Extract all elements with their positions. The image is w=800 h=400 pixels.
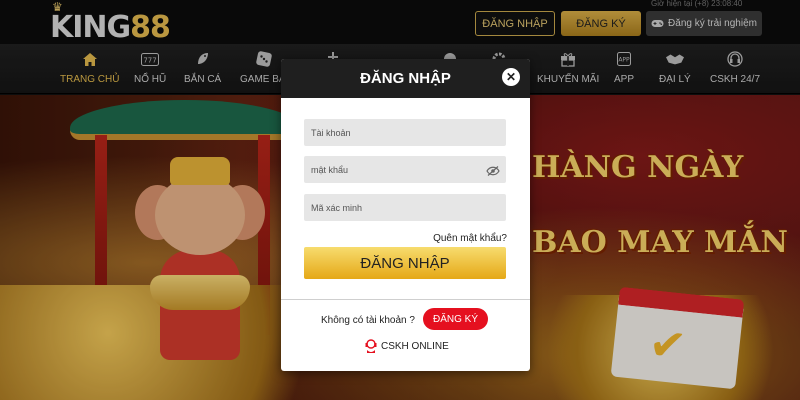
modal-register-button[interactable]: ĐĂNG KÝ: [423, 308, 488, 330]
login-modal: ĐĂNG NHẬP ✕ Quên mật khẩu? ĐĂNG NHẬP Khô…: [281, 59, 530, 371]
online-support-link[interactable]: CSKH ONLINE: [365, 338, 449, 354]
divider: [281, 299, 530, 300]
close-icon[interactable]: ✕: [502, 68, 520, 86]
password-input[interactable]: [304, 156, 506, 183]
support-agent-icon: [365, 339, 377, 353]
online-support-label: CSKH ONLINE: [381, 340, 449, 352]
forgot-password-link[interactable]: Quên mật khẩu?: [401, 233, 507, 244]
modal-title: ĐĂNG NHẬP: [281, 59, 530, 98]
captcha-input[interactable]: [304, 194, 506, 221]
no-account-label: Không có tài khoản ?: [321, 315, 415, 326]
eye-off-icon[interactable]: [486, 164, 500, 178]
username-input[interactable]: [304, 119, 506, 146]
login-submit-button[interactable]: ĐĂNG NHẬP: [304, 247, 506, 279]
